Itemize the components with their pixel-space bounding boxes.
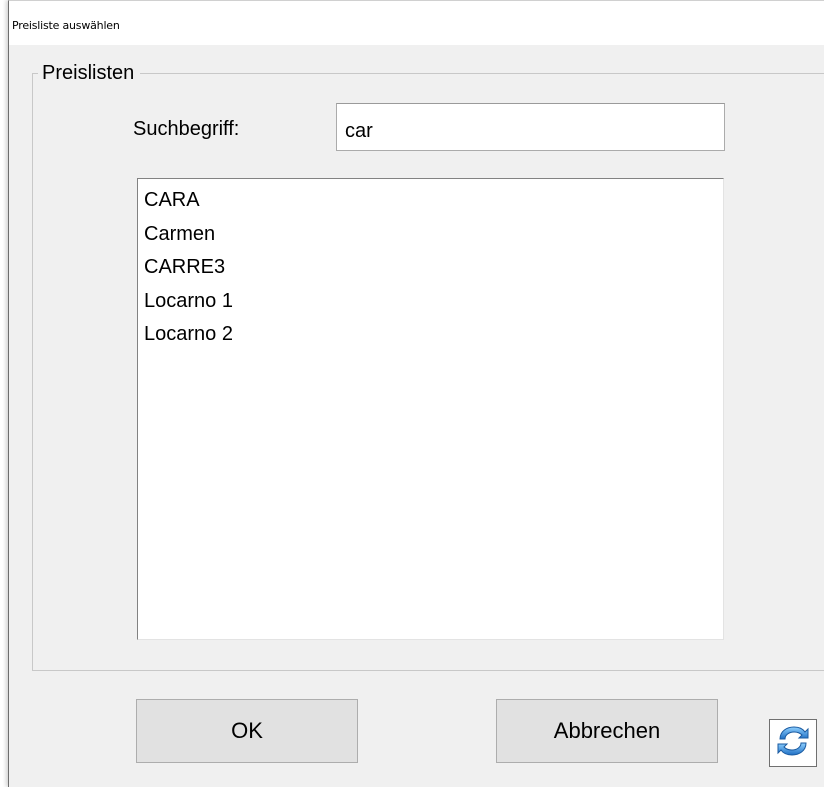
pricelist-listbox[interactable]: CARA Carmen CARRE3 Locarno 1 Locarno 2 [137, 178, 724, 640]
dialog-window: Preisliste auswählen Preislisten Suchbeg… [8, 0, 824, 787]
refresh-button[interactable] [769, 719, 817, 767]
cancel-button[interactable]: Abbrechen [496, 699, 718, 763]
group-legend: Preislisten [42, 62, 135, 84]
title-bar: Preisliste auswählen [9, 1, 824, 45]
refresh-icon [774, 722, 812, 765]
list-item[interactable]: Locarno 1 [143, 285, 723, 319]
ok-button[interactable]: OK [136, 699, 358, 763]
search-label: Suchbegriff: [133, 118, 240, 140]
list-item[interactable]: CARRE3 [143, 251, 723, 285]
list-item[interactable]: Locarno 2 [143, 318, 723, 352]
list-item[interactable]: CARA [143, 184, 723, 218]
search-input[interactable] [336, 103, 725, 151]
window-title: Preisliste auswählen [12, 19, 120, 32]
list-item[interactable]: Carmen [143, 218, 723, 252]
